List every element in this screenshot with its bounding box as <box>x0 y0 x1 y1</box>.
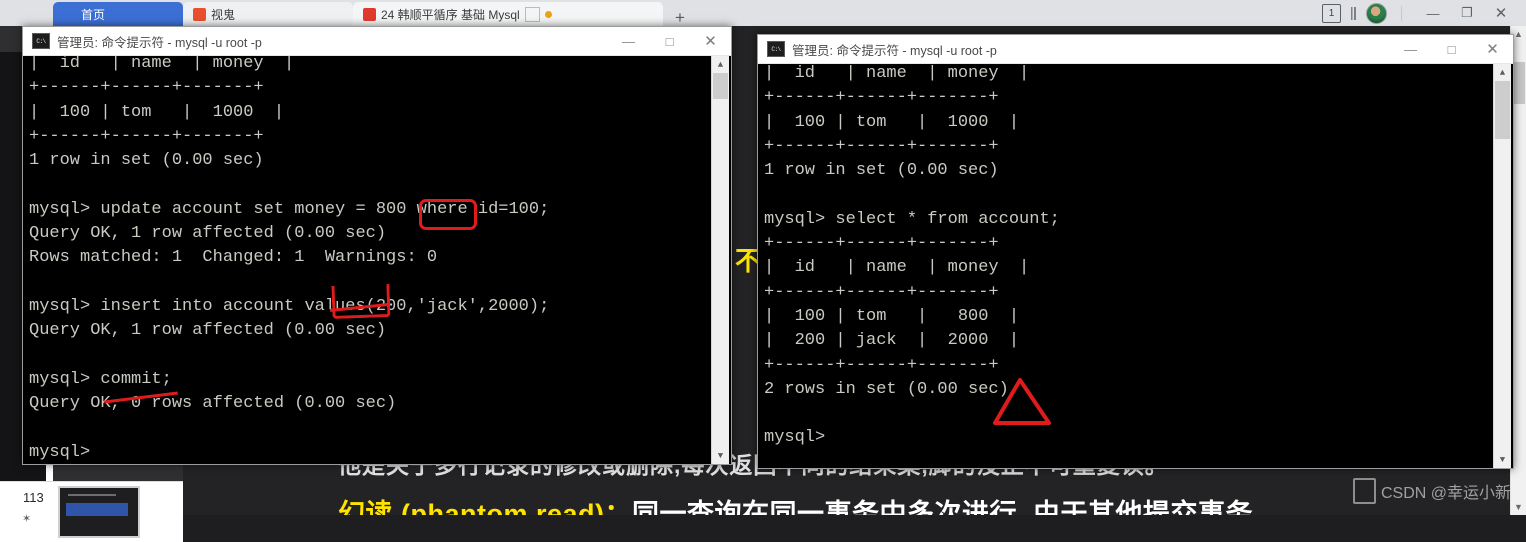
command-prompt-window-right[interactable]: C:\ 管理员: 命令提示符 - mysql -u root -p — □ ✕ … <box>757 34 1514 469</box>
right-maximize-button[interactable]: □ <box>1431 35 1472 63</box>
tab-bilibili-label: 视鬼 <box>211 7 236 22</box>
tab-mysql-course-label: 24 韩顺平循序 基础 Mysql <box>381 7 520 22</box>
bilibili-icon <box>193 7 206 21</box>
left-close-button[interactable]: ✕ <box>690 27 731 55</box>
csdn-watermark-text: CSDN @幸运小新 <box>1381 485 1512 502</box>
right-window-titlebar[interactable]: C:\ 管理员: 命令提示符 - mysql -u root -p — □ ✕ <box>758 35 1513 64</box>
slide-thumbnail-strip[interactable]: 113 ✶ <box>0 481 183 542</box>
tab-home[interactable]: 首页 <box>53 2 183 26</box>
right-scroll-down-icon[interactable]: ▼ <box>1494 451 1511 468</box>
csdn-watermark: CSDN @幸运小新 <box>1353 478 1511 504</box>
tab-count-badge[interactable]: 1 <box>1322 3 1341 23</box>
avatar[interactable] <box>1366 2 1387 24</box>
tab-status-dot-icon <box>544 10 552 18</box>
star-icon: ✶ <box>22 513 32 525</box>
browser-restore-button[interactable]: ❐ <box>1450 0 1484 26</box>
browser-tab-strip: 首页 视鬼 24 韩顺平循序 基础 Mysql + 1 — ❐ ✕ <box>0 0 1526 26</box>
right-close-button[interactable]: ✕ <box>1472 35 1513 63</box>
new-tab-button[interactable]: + <box>675 9 685 26</box>
tab-home-label: 首页 <box>81 7 106 22</box>
browser-window-controls: 1 — ❐ ✕ <box>1322 0 1526 26</box>
console-icon: C:\ <box>767 41 785 57</box>
left-window-titlebar[interactable]: C:\ 管理员: 命令提示符 - mysql -u root -p — □ ✕ <box>23 27 731 56</box>
right-scroll-thumb[interactable] <box>1495 81 1510 139</box>
right-console-scrollbar[interactable]: ▲ ▼ <box>1493 64 1511 468</box>
tab-mute-icon[interactable] <box>524 6 540 22</box>
left-console-scrollbar[interactable]: ▲ ▼ <box>711 56 729 464</box>
command-prompt-window-left[interactable]: C:\ 管理员: 命令提示符 - mysql -u root -p — □ ✕ … <box>22 26 732 465</box>
slide-thumbnail[interactable] <box>58 486 140 538</box>
left-scroll-thumb[interactable] <box>713 73 728 99</box>
video-icon <box>363 7 376 21</box>
home-icon <box>63 8 76 21</box>
page-scroll-down-icon[interactable]: ▼ <box>1511 499 1526 515</box>
left-maximize-button[interactable]: □ <box>649 27 690 55</box>
tab-list-icon[interactable] <box>1351 6 1356 20</box>
browser-minimize-button[interactable]: — <box>1416 0 1450 26</box>
left-console-text: | id | name | money | +------+------+---… <box>29 56 550 462</box>
slide-number: 113 <box>23 490 44 505</box>
left-console-body[interactable]: | id | name | money | +------+------+---… <box>23 56 729 464</box>
left-minimize-button[interactable]: — <box>608 27 649 55</box>
right-minimize-button[interactable]: — <box>1390 35 1431 63</box>
right-console-text: | id | name | money | +------+------+---… <box>764 64 1060 448</box>
browser-close-button[interactable]: ✕ <box>1484 0 1518 26</box>
tab-mysql-course[interactable]: 24 韩顺平循序 基础 Mysql <box>353 2 663 26</box>
left-window-title: 管理员: 命令提示符 - mysql -u root -p <box>57 35 262 50</box>
right-scroll-up-icon[interactable]: ▲ <box>1494 64 1511 81</box>
left-scroll-up-icon[interactable]: ▲ <box>712 56 729 73</box>
divider <box>1401 5 1402 21</box>
console-icon: C:\ <box>32 33 50 49</box>
right-window-title: 管理员: 命令提示符 - mysql -u root -p <box>792 43 997 58</box>
right-console-body[interactable]: | id | name | money | +------+------+---… <box>758 64 1511 468</box>
slide-footer-strip <box>183 515 1526 541</box>
left-scroll-down-icon[interactable]: ▼ <box>712 447 729 464</box>
csdn-logo-icon <box>1353 478 1376 504</box>
tab-bilibili[interactable]: 视鬼 <box>183 2 353 26</box>
